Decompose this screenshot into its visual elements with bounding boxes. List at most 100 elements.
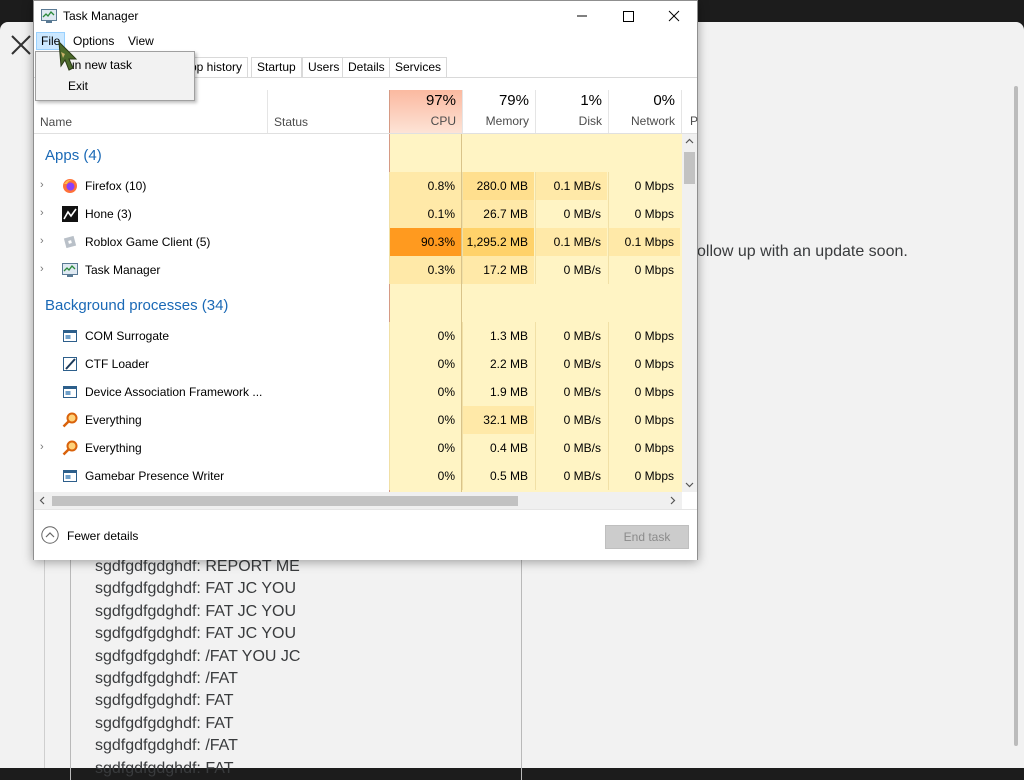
group-apps[interactable]: Apps (4)	[34, 140, 682, 170]
window-icon	[63, 470, 77, 482]
tab-startup[interactable]: Startup	[251, 57, 302, 77]
group-background-processes[interactable]: Background processes (34)	[34, 290, 682, 320]
network-cell: 0 Mbps	[608, 378, 680, 406]
header-name[interactable]: Name	[40, 115, 72, 129]
column-divider	[267, 90, 268, 133]
network-cell: 0 Mbps	[608, 172, 680, 200]
memory-cell: 0.5 MB	[462, 462, 534, 490]
chat-message: sgdfgdfgdghdf: /FAT	[95, 669, 238, 687]
network-label: Network	[630, 114, 675, 128]
chevron-left-icon[interactable]	[38, 496, 47, 505]
fewer-details-link[interactable]: Fewer details	[67, 529, 138, 543]
tab-details[interactable]: Details	[342, 57, 391, 77]
menu-item-exit[interactable]: Exit	[36, 75, 194, 97]
chevron-right-icon[interactable]: ›	[40, 207, 50, 219]
network-cell: 0 Mbps	[608, 462, 680, 490]
memory-cell: 2.2 MB	[462, 350, 534, 378]
process-name: COM Surrogate	[85, 329, 170, 343]
table-row[interactable]: › Roblox Game Client (5) 90.3% 1,295.2 M…	[34, 228, 682, 256]
window-icon	[63, 386, 77, 398]
maximize-button[interactable]	[605, 1, 651, 31]
power-label: P	[690, 114, 699, 128]
memory-cell: 1.9 MB	[462, 378, 534, 406]
cpu-cell: 90.3%	[389, 228, 461, 256]
memory-cell: 1.3 MB	[462, 322, 534, 350]
chevron-right-icon[interactable]: ›	[40, 179, 50, 191]
scroll-thumb[interactable]	[684, 152, 695, 184]
chat-message: sgdfgdfgdghdf: FAT	[95, 714, 234, 732]
header-cpu[interactable]: 97% CPU	[389, 90, 462, 133]
table-row[interactable]: › Everything 0% 0.4 MB 0 MB/s 0 Mbps	[34, 434, 682, 462]
header-status[interactable]: Status	[274, 115, 308, 129]
memory-cell: 280.0 MB	[462, 172, 534, 200]
page-scrollbar[interactable]	[1012, 66, 1020, 746]
task-manager-icon	[62, 263, 78, 277]
chat-list: sgdfgdfgdghdf: REPORT ME sgdfgdfgdghdf: …	[95, 556, 300, 780]
cpu-cell: 0%	[389, 462, 461, 490]
menu-item-label: Exit	[68, 79, 89, 93]
chat-message: sgdfgdfgdghdf: FAT JC YOU	[95, 602, 296, 620]
minimize-button[interactable]	[559, 1, 605, 31]
window-title: Task Manager	[63, 9, 139, 23]
cpu-cell: 0%	[389, 406, 461, 434]
roblox-icon	[63, 235, 77, 249]
table-row[interactable]: › Task Manager 0.3% 17.2 MB 0 MB/s 0 Mbp…	[34, 256, 682, 284]
table-row[interactable]: CTF Loader 0% 2.2 MB 0 MB/s 0 Mbps	[34, 350, 682, 378]
network-cell: 0.1 Mbps	[608, 228, 680, 256]
memory-cell: 1,295.2 MB	[462, 228, 534, 256]
table-row[interactable]: Everything 0% 32.1 MB 0 MB/s 0 Mbps	[34, 406, 682, 434]
menu-view[interactable]: View	[124, 33, 158, 49]
chat-message: sgdfgdfgdghdf: FAT	[95, 692, 234, 710]
disk-percent: 1%	[580, 92, 602, 109]
table-row[interactable]: Device Association Framework ... 0% 1.9 …	[34, 378, 682, 406]
header-disk[interactable]: 1% Disk	[535, 90, 608, 133]
chevron-right-icon[interactable]: ›	[40, 263, 50, 275]
process-name: Hone (3)	[85, 207, 132, 221]
process-name: CTF Loader	[85, 357, 150, 371]
chat-message: sgdfgdfgdghdf: FAT JC YOU	[95, 580, 296, 598]
memory-cell: 26.7 MB	[462, 200, 534, 228]
table-row[interactable]: Gamebar Presence Writer 0% 0.5 MB 0 MB/s…	[34, 462, 682, 490]
table-row[interactable]: COM Surrogate 0% 1.3 MB 0 MB/s 0 Mbps	[34, 322, 682, 350]
disk-cell: 0.1 MB/s	[535, 228, 607, 256]
chevron-right-icon[interactable]	[668, 496, 677, 505]
table-row[interactable]: › Firefox (10) 0.8% 280.0 MB 0.1 MB/s 0 …	[34, 172, 682, 200]
process-name: Firefox (10)	[85, 179, 147, 193]
cpu-cell: 0.1%	[389, 200, 461, 228]
chevron-down-icon[interactable]	[685, 480, 694, 489]
horizontal-scrollbar[interactable]	[34, 492, 682, 509]
cpu-label: CPU	[430, 114, 456, 128]
end-task-button[interactable]: End task	[605, 525, 689, 549]
scroll-thumb[interactable]	[52, 496, 518, 506]
disk-cell: 0 MB/s	[535, 434, 607, 462]
close-icon[interactable]	[10, 34, 32, 56]
chevron-up-icon[interactable]	[685, 137, 694, 146]
memory-cell: 17.2 MB	[462, 256, 534, 284]
table-row[interactable]: › Hone (3) 0.1% 26.7 MB 0 MB/s 0 Mbps	[34, 200, 682, 228]
header-memory[interactable]: 79% Memory	[462, 90, 535, 133]
network-cell: 0 Mbps	[608, 434, 680, 462]
process-name: Everything	[85, 441, 142, 455]
magnifier-icon	[62, 412, 78, 428]
chevron-up-circle-icon[interactable]	[41, 526, 59, 544]
chevron-right-icon[interactable]: ›	[40, 235, 50, 247]
tab-users[interactable]: Users	[302, 57, 346, 77]
process-list: Apps (4) › Firefox (10) 0.8% 280.0 MB 0.…	[34, 134, 682, 492]
cpu-cell: 0%	[389, 322, 461, 350]
header-power[interactable]: P	[681, 90, 698, 133]
cpu-cell: 0%	[389, 350, 461, 378]
vertical-scrollbar[interactable]	[682, 134, 697, 492]
tab-services[interactable]: Services	[389, 57, 448, 77]
title-bar[interactable]: Task Manager	[34, 1, 697, 31]
header-network[interactable]: 0% Network	[608, 90, 681, 133]
divider	[44, 560, 45, 768]
network-cell: 0 Mbps	[608, 200, 680, 228]
close-window-button[interactable]	[651, 1, 697, 31]
process-name: Everything	[85, 413, 142, 427]
pen-icon	[63, 357, 77, 371]
memory-cell: 32.1 MB	[462, 406, 534, 434]
disk-cell: 0 MB/s	[535, 350, 607, 378]
chevron-right-icon[interactable]: ›	[40, 441, 50, 453]
cpu-cell: 0.3%	[389, 256, 461, 284]
network-cell: 0 Mbps	[608, 350, 680, 378]
